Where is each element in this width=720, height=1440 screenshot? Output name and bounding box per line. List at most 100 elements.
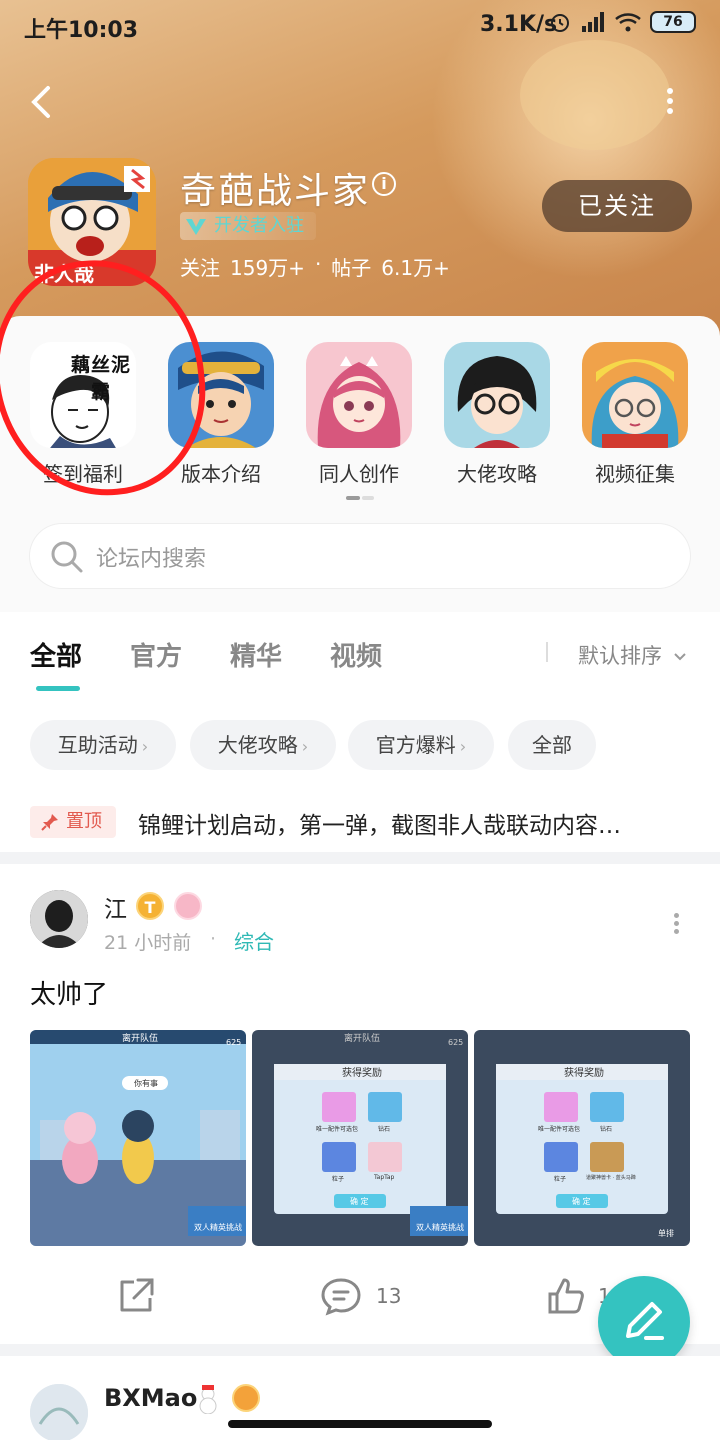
battery-icon: 76	[650, 11, 696, 33]
chevron-right-icon: ›	[141, 737, 149, 756]
pinned-badge-label: 置顶	[66, 811, 102, 832]
tab-video[interactable]: 视频	[330, 636, 382, 673]
screenshot-banner: 双人精英挑战	[416, 1223, 464, 1232]
pinned-post-title[interactable]: 锦鲤计划启动，第一弹，截图非人哉联动内容…	[138, 806, 698, 840]
developer-badge: 开发者入驻	[180, 212, 316, 240]
sort-divider	[546, 642, 548, 662]
chevron-right-icon: ›	[301, 737, 309, 756]
followers-count: 159万+	[230, 256, 305, 280]
tab-featured[interactable]: 精华	[230, 636, 282, 673]
wifi-icon	[615, 13, 641, 32]
tab-official[interactable]: 官方	[130, 636, 182, 673]
screenshot-score: 625	[226, 1038, 242, 1047]
reward-item-label: 粒子	[554, 1176, 567, 1183]
pin-icon	[41, 814, 58, 831]
followed-button[interactable]: 已关注	[542, 180, 692, 232]
search-placeholder: 论坛内搜索	[96, 547, 207, 572]
taptap-level-badge	[232, 1384, 260, 1412]
pen-icon	[626, 1302, 664, 1340]
comment-count: 13	[376, 1284, 402, 1308]
posts-count: 6.1万+	[381, 256, 450, 280]
post-author[interactable]: 江	[104, 890, 127, 924]
confirm-label: 确 定	[572, 1197, 591, 1206]
sort-dropdown[interactable]: 默认排序	[578, 640, 687, 670]
tab-all[interactable]: 全部	[30, 636, 82, 673]
chip-guides[interactable]: 大佬攻略 ›	[190, 720, 336, 770]
shortcut-video[interactable]: 视频征集	[580, 342, 690, 487]
compose-post-button[interactable]	[598, 1276, 690, 1368]
network-speed: 3.1K/s	[480, 12, 558, 37]
chip-official-news[interactable]: 官方爆料 ›	[348, 720, 494, 770]
more-options-icon[interactable]	[660, 84, 680, 120]
page-indicator	[346, 496, 374, 500]
reward-item-label: 道聚神兽卡 · 蓝头马蹄	[586, 1175, 636, 1181]
chip-label: 全部	[532, 733, 572, 757]
avatar[interactable]	[30, 890, 88, 948]
reward-item-label: 钻石	[378, 1126, 391, 1133]
post-body[interactable]: 太帅了	[30, 974, 108, 1011]
chevron-right-icon: ›	[459, 737, 467, 756]
chip-label: 互助活动	[57, 733, 138, 757]
post-meta-separator: ·	[210, 928, 217, 950]
guides-thumbnail	[444, 342, 550, 448]
chip-mutual-help[interactable]: 互助活动 ›	[30, 720, 176, 770]
status-time: 上午10:03	[24, 18, 139, 43]
chip-label: 官方爆料	[375, 733, 456, 757]
shortcut-label: 同人创作	[319, 462, 399, 486]
shortcut-fanart[interactable]: 同人创作	[304, 342, 414, 487]
screenshot-score: 625	[448, 1038, 464, 1047]
comment-icon[interactable]	[320, 1276, 362, 1316]
developer-badge-label: 开发者入驻	[214, 215, 304, 236]
shortcut-label: 大佬攻略	[457, 462, 537, 486]
dialog-title: 获得奖励	[342, 1068, 382, 1079]
video-thumbnail	[582, 342, 688, 448]
like-icon[interactable]	[546, 1276, 586, 1316]
info-icon[interactable]: i	[372, 172, 396, 196]
share-icon[interactable]	[116, 1276, 156, 1316]
reward-item-label: TapTap	[374, 1174, 395, 1181]
post-more-icon[interactable]	[672, 910, 680, 940]
fanart-thumbnail	[306, 342, 412, 448]
reward-item-label: 钻石	[600, 1126, 613, 1133]
screenshot-banner: 双人精英挑战	[194, 1223, 242, 1232]
taptap-level-badge: T	[136, 892, 164, 920]
screenshot-top-label: 离开队伍	[122, 1034, 159, 1044]
verified-v-icon	[186, 219, 206, 235]
forum-stats: 关注 159万+ · 帖子 6.1万+	[180, 252, 450, 281]
active-tab-indicator	[36, 686, 80, 691]
screenshot-speech: 你有事	[134, 1079, 158, 1088]
status-bar: 上午10:03 3.1K/s 76	[0, 0, 720, 52]
reward-item-label: 唯一配件可选包	[538, 1126, 581, 1133]
home-indicator[interactable]	[228, 1420, 492, 1428]
post-image[interactable]: 离开队伍 625 获得奖励 唯一配件可选包 钻石 粒子 TapTap 确 定 双…	[252, 1030, 468, 1246]
fan-badge-icon	[174, 892, 202, 920]
posts-label: 帖子	[331, 256, 372, 280]
forum-title: 奇葩战斗家	[180, 171, 371, 212]
post-author[interactable]: BXMao	[104, 1384, 197, 1412]
confirm-label: 确 定	[350, 1197, 369, 1206]
alarm-icon	[551, 14, 569, 32]
chip-label: 大佬攻略	[217, 733, 298, 757]
sort-label: 默认排序	[578, 644, 662, 668]
dialog-title: 获得奖励	[564, 1068, 604, 1079]
chip-all[interactable]: 全部	[508, 720, 596, 770]
post-category[interactable]: 综合	[234, 926, 274, 955]
shortcut-guides[interactable]: 大佬攻略	[442, 342, 552, 487]
snowman-icon	[199, 1385, 217, 1414]
forum-search-bar[interactable]: 论坛内搜索	[30, 524, 690, 588]
post-image[interactable]: 离开队伍 625 你有事 双人精英挑战	[30, 1030, 246, 1246]
shortcut-label: 视频征集	[595, 462, 675, 486]
pinned-badge: 置顶	[30, 806, 116, 838]
reward-item-label: 唯一配件可选包	[316, 1126, 359, 1133]
avatar[interactable]	[30, 1384, 88, 1440]
chevron-down-icon	[673, 653, 686, 661]
status-icons: 76	[548, 10, 696, 34]
back-arrow-icon[interactable]	[24, 82, 60, 122]
signal-icon	[582, 12, 604, 32]
search-icon	[51, 541, 83, 573]
screenshot-banner: 单排	[658, 1229, 674, 1238]
reward-item-label: 粒子	[332, 1176, 345, 1183]
stats-separator: ·	[314, 252, 322, 276]
screenshot-top-label: 离开队伍	[344, 1034, 381, 1044]
post-image[interactable]: 获得奖励 唯一配件可选包 钻石 粒子 道聚神兽卡 · 蓝头马蹄 确 定 单排	[474, 1030, 690, 1246]
